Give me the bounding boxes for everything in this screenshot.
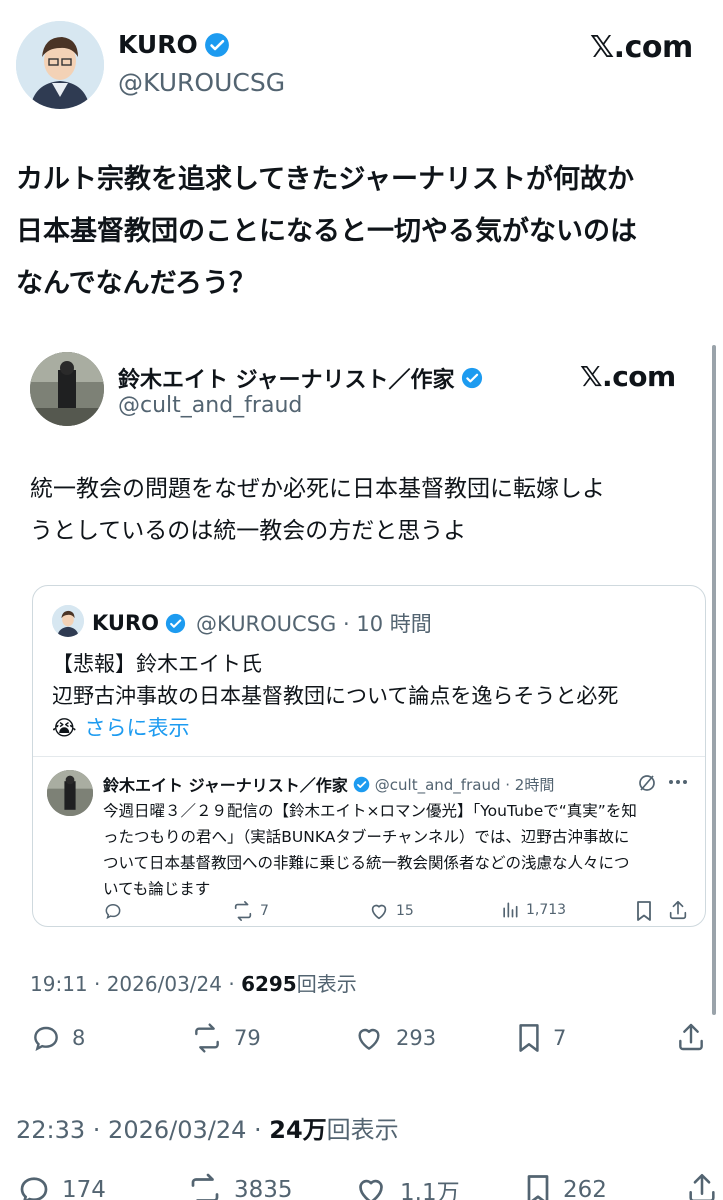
outer-timestamp: 22:33 · 2026/03/24 · 24万回表示 — [16, 1110, 399, 1145]
share-icon[interactable] — [667, 899, 689, 921]
grok-icon[interactable] — [637, 773, 657, 793]
nested-line: 今週日曜３／２９配信の【鈴木エイト×ロマン優光】「YouTubeで“真実”を知 — [103, 802, 637, 820]
repost-icon[interactable] — [232, 900, 254, 922]
card-author-name[interactable]: 鈴木エイト ジャーナリスト／作家 — [118, 362, 455, 394]
outer-tweet-line: なんでなんだろう？ — [16, 268, 257, 299]
nested-avatar[interactable] — [47, 770, 93, 816]
more-options-icon[interactable] — [668, 778, 688, 786]
nested-tweet-text: 今週日曜３／２９配信の【鈴木エイト×ロマン優光】「YouTubeで“真実”を知 … — [103, 798, 637, 902]
avatar-photo — [30, 352, 104, 426]
nested-repost-count: 7 — [260, 903, 269, 919]
show-more-link[interactable]: さらに表示 — [85, 712, 190, 744]
verified-badge-icon — [204, 32, 229, 57]
card-view-count: 6295 — [241, 972, 297, 996]
nested-view-count: 1,713 — [526, 902, 567, 918]
avatar-illustration — [16, 21, 104, 109]
like-icon[interactable] — [352, 1172, 390, 1200]
outer-tweet-text: カルト宗教を追求してきたジャーナリストが何故か 日本基督教団のことになると一切や… — [16, 154, 637, 310]
scrollbar[interactable] — [712, 345, 716, 1015]
verified-badge-icon — [461, 367, 482, 389]
card-repost-count: 79 — [234, 1026, 261, 1050]
card-time: 19:11 · 2026/03/24 · — [30, 972, 242, 996]
like-icon[interactable] — [352, 1022, 386, 1054]
outer-tweet-line: 日本基督教団のことになると一切やる気がないのは — [16, 216, 637, 247]
bookmark-icon[interactable] — [523, 1172, 553, 1200]
share-icon[interactable] — [685, 1170, 719, 1200]
reply-icon[interactable] — [103, 901, 123, 921]
nested-meta: @cult_and_fraud · 2時間 — [374, 775, 555, 794]
repost-icon[interactable] — [186, 1172, 224, 1200]
quote-meta: @KUROUCSG · 10 時間 — [195, 612, 432, 636]
quote-line: 辺野古沖事故の日本基督教団について論点を逸らそうと必死 — [52, 684, 619, 708]
avatar-photo — [47, 770, 93, 816]
outer-author-name[interactable]: KURO — [118, 30, 198, 59]
crying-face-emoji: 😭 — [52, 716, 77, 740]
nested-line: いても論じます — [103, 880, 211, 898]
share-icon[interactable] — [675, 1021, 707, 1053]
reply-icon[interactable] — [30, 1022, 62, 1054]
quote-avatar[interactable] — [52, 605, 84, 637]
outer-bookmark-count: 262 — [563, 1177, 607, 1200]
reply-icon[interactable] — [16, 1172, 52, 1200]
outer-view-label: 回表示 — [326, 1116, 399, 1144]
nested-line: ったつもりの君へ」（実話BUNKAタブーチャンネル）では、辺野古沖事故に — [103, 828, 630, 846]
card-view-label: 回表示 — [296, 972, 357, 996]
outer-tweet-line: カルト宗教を追求してきたジャーナリストが何故か — [16, 164, 635, 195]
outer-repost-count: 3835 — [234, 1177, 293, 1200]
outer-author-handle[interactable]: @KUROUCSG — [118, 68, 285, 97]
x-brand-logo: 𝕏.com — [580, 360, 676, 393]
card-like-count: 293 — [396, 1026, 437, 1050]
quote-divider — [33, 756, 705, 757]
bookmark-icon[interactable] — [515, 1022, 543, 1054]
like-icon[interactable] — [368, 900, 390, 922]
card-bookmark-count: 7 — [553, 1026, 567, 1050]
verified-badge-icon — [353, 776, 370, 792]
nested-line: ついて日本基督教団への非難に乗じる統一教会関係者などの浅慮な人々につ — [103, 854, 630, 872]
quote-text: 【悲報】鈴木エイト氏 辺野古沖事故の日本基督教団について論点を逸らそうと必死 😭… — [52, 648, 618, 744]
quote-author-name[interactable]: KURO — [92, 611, 159, 635]
quote-line: 【悲報】鈴木エイト氏 — [52, 652, 262, 676]
card-tweet-text: 統一教会の問題をなぜか必死に日本基督教団に転嫁しよ うとしているのは統一教会の方… — [30, 468, 605, 552]
card-author-handle[interactable]: @cult_and_fraud — [118, 393, 302, 418]
repost-icon[interactable] — [190, 1022, 224, 1054]
card-tweet-line: うとしているのは統一教会の方だと思うよ — [30, 518, 467, 544]
card-timestamp: 19:11 · 2026/03/24 · 6295回表示 — [30, 968, 357, 997]
outer-avatar[interactable] — [16, 21, 104, 109]
outer-like-count: 1.1万 — [400, 1180, 460, 1200]
outer-view-count: 24万 — [269, 1116, 327, 1144]
nested-author-name[interactable]: 鈴木エイト ジャーナリスト／作家 — [103, 772, 348, 796]
views-icon[interactable] — [500, 900, 520, 920]
card-tweet-line: 統一教会の問題をなぜか必死に日本基督教団に転嫁しよ — [30, 476, 605, 502]
card-avatar[interactable] — [30, 352, 104, 426]
outer-reply-count: 174 — [62, 1177, 106, 1200]
avatar-illustration — [52, 605, 84, 637]
x-brand-logo: 𝕏.com — [590, 30, 693, 65]
card-reply-count: 8 — [72, 1026, 86, 1050]
verified-badge-icon — [165, 613, 186, 633]
nested-like-count: 15 — [396, 903, 414, 919]
bookmark-icon[interactable] — [634, 900, 654, 922]
outer-time: 22:33 · 2026/03/24 · — [16, 1116, 270, 1144]
